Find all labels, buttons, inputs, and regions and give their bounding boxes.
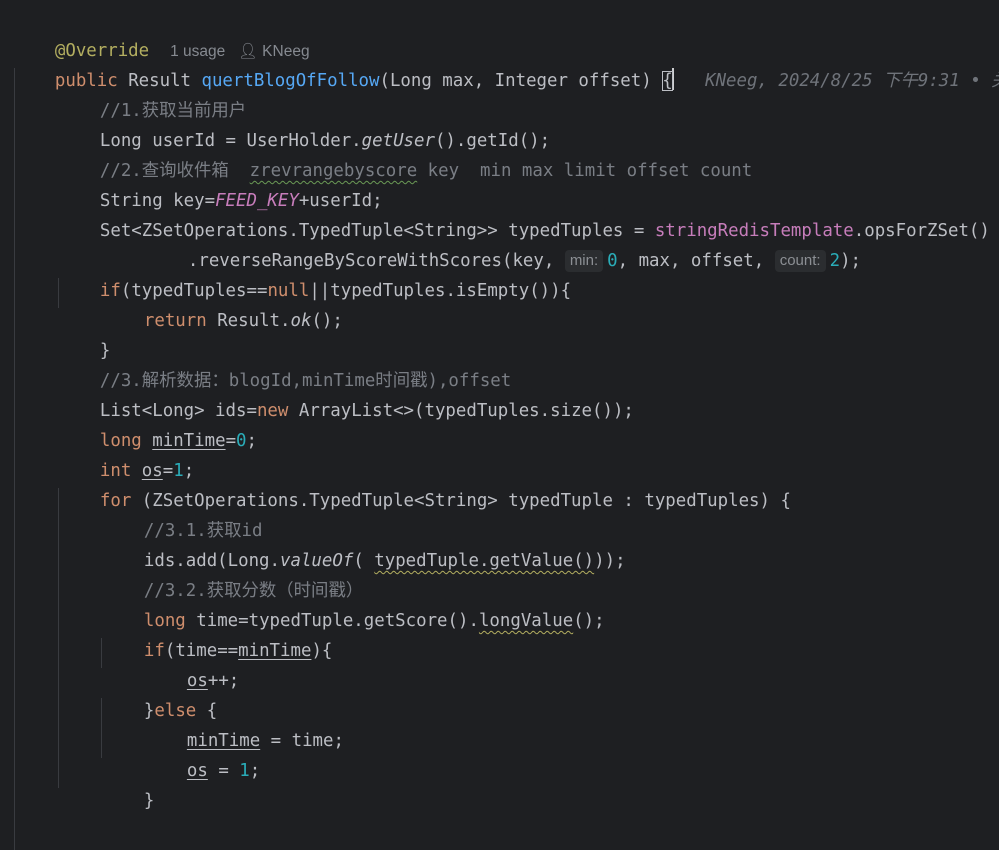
reassigned-variable: minTime	[238, 641, 312, 661]
code-text: ArrayList<>(typedTuples.size());	[288, 401, 634, 421]
number: 0	[607, 251, 618, 271]
code-text: ){	[311, 641, 333, 661]
code-line[interactable]: os++;	[145, 636, 239, 691]
code-text: , max, offset,	[617, 251, 775, 271]
git-blame-inlay[interactable]: KNeeg, 2024/8/25 下午9:31 • 关	[705, 71, 999, 91]
code-line[interactable]: Set<ZSetOperations.TypedTuple<String>> t…	[58, 186, 990, 241]
code-line-signature[interactable]: public Result quertBlogOfFollow(Long max…	[13, 36, 999, 91]
code-text: =	[207, 761, 240, 781]
keyword: return	[143, 311, 207, 331]
code-line[interactable]: return Result.ok();	[102, 276, 343, 331]
number: 0	[236, 431, 247, 451]
static-method: ok	[290, 311, 312, 331]
code-line[interactable]: .reverseRangeByScoreWithScores(key, min:…	[146, 216, 861, 272]
code-line[interactable]: //3.2.获取分数（时间戳）	[102, 546, 363, 601]
code-text: }	[143, 791, 155, 811]
code-line[interactable]: }	[102, 756, 154, 811]
code-line[interactable]: //1.获取当前用户	[58, 66, 246, 121]
code-line[interactable]: if(time==minTime){	[102, 606, 333, 661]
code-text: ();	[573, 611, 605, 631]
code-line[interactable]: }else {	[102, 666, 217, 721]
code-text: ));	[594, 551, 626, 571]
code-line[interactable]: List<Long> ids=new ArrayList<>(typedTupl…	[58, 366, 634, 421]
code-text: ||typedTuples.isEmpty()){	[309, 281, 572, 301]
code-text: .opsForZSet()	[853, 221, 990, 241]
keyword: new	[256, 401, 289, 421]
code-line[interactable]: int os=1;	[58, 426, 194, 481]
code-line[interactable]: long minTime=0;	[58, 396, 257, 451]
comment: key min max limit offset count	[417, 161, 753, 181]
code-warning: typedTuple.getValue()	[374, 551, 595, 571]
code-line[interactable]: Long userId = UserHolder.getUser().getId…	[58, 96, 550, 151]
code-text: ();	[311, 311, 343, 331]
param-hint: count:	[774, 250, 826, 272]
reassigned-variable: os	[186, 761, 208, 781]
code-line[interactable]: //3.解析数据：blogId,minTime时间戳),offset	[58, 336, 511, 391]
code-line-override[interactable]: @Override 1 usage 👤︎ KNeeg	[13, 6, 310, 61]
code-text: ;	[246, 431, 258, 451]
code-line[interactable]: os = 1;	[145, 726, 260, 781]
code-line[interactable]: //2.查询收件箱 zrevrangebyscore key min max l…	[58, 126, 752, 181]
code-text: =	[225, 431, 237, 451]
code-text: Result.	[206, 311, 291, 331]
code-text: ;	[249, 761, 261, 781]
code-line[interactable]: }	[58, 306, 110, 361]
code-line[interactable]: long time=typedTuple.getScore().longValu…	[102, 576, 605, 631]
code-line[interactable]: }	[58, 816, 110, 846]
code-warning: longValue	[478, 611, 574, 631]
code-text: = time;	[260, 731, 344, 751]
code-line[interactable]: minTime = time;	[145, 696, 344, 751]
indent-guide	[14, 68, 15, 850]
code-text: );	[840, 251, 862, 271]
code-line[interactable]: if(typedTuples==null||typedTuples.isEmpt…	[58, 246, 571, 301]
code-line[interactable]: //3.1.获取id	[102, 486, 263, 541]
code-line[interactable]: for (ZSetOperations.TypedTuple<String> t…	[58, 456, 791, 511]
number: 2	[829, 251, 841, 271]
code-line[interactable]: String key=FEED_KEY+userId;	[58, 156, 383, 211]
code-editor[interactable]: @Override 1 usage 👤︎ KNeeg public Result…	[0, 0, 999, 850]
code-text: (Long max, Integer offset)	[379, 71, 663, 91]
code-line[interactable]: ids.add(Long.valueOf( typedTuple.getValu…	[102, 516, 626, 571]
number: 1	[239, 761, 250, 781]
